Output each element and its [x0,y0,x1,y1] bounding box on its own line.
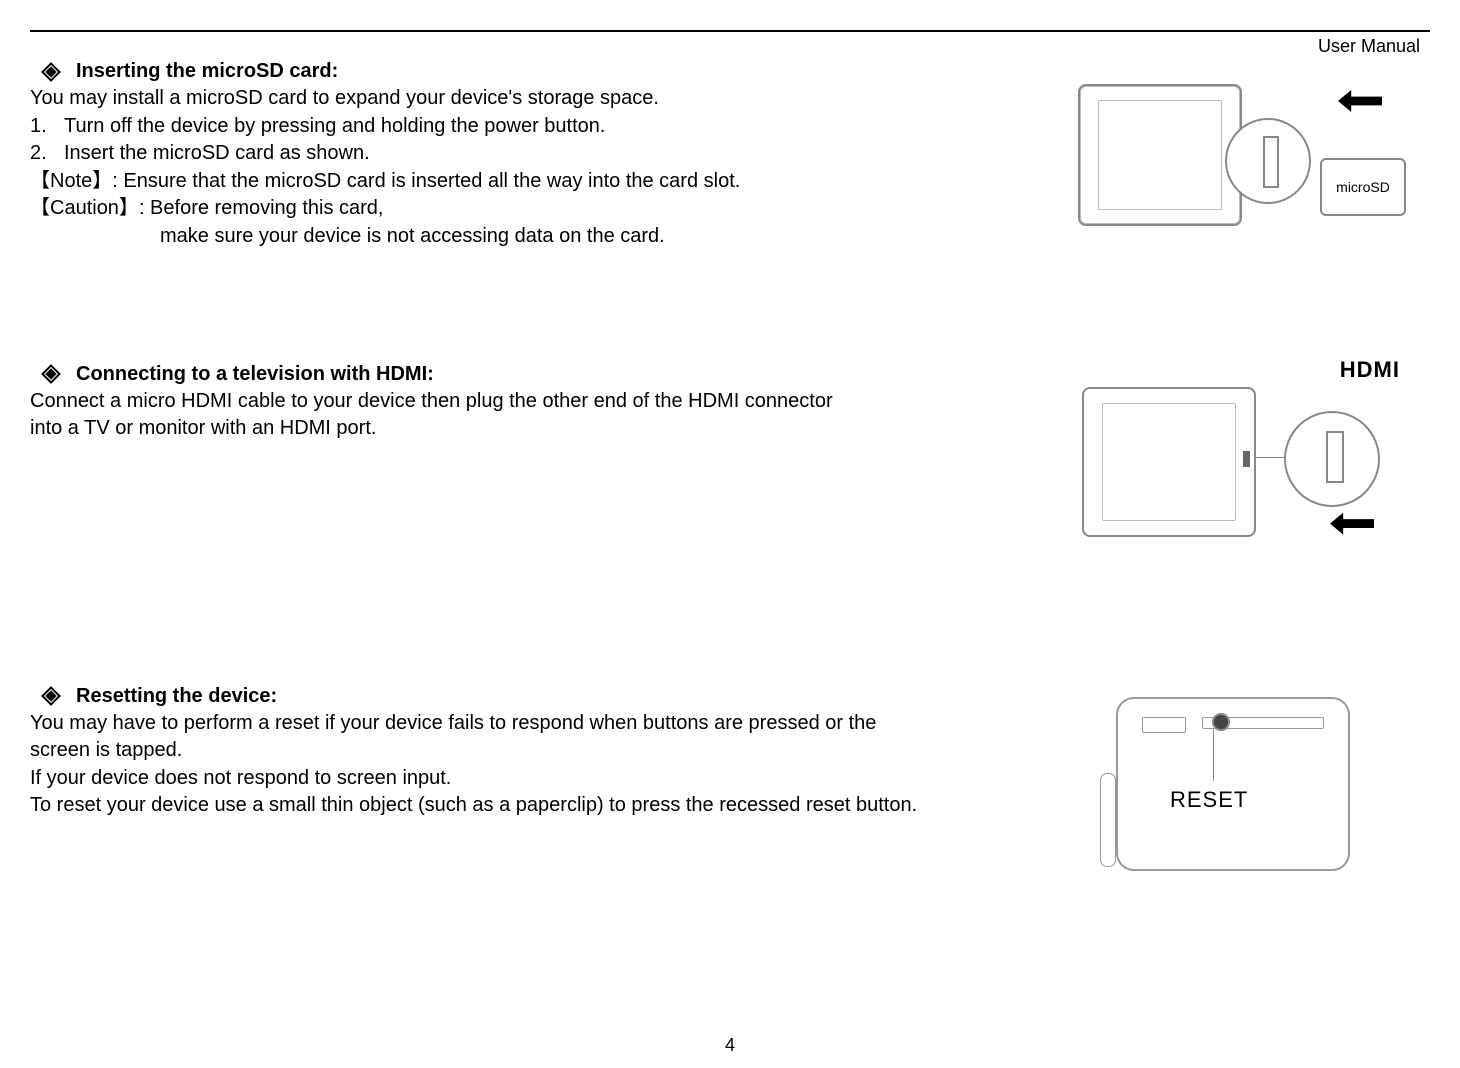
device-back-icon: RESET [1116,697,1350,871]
header-label: User Manual [1318,36,1420,57]
section3-line2: If your device does not respond to scree… [30,765,1050,793]
section3-illustration: RESET [1050,685,1430,897]
section-inserting-microsd: Inserting the microSD card: You may inst… [30,60,1430,251]
section2-title-row: Connecting to a television with HDMI: [44,363,1050,386]
hdmi-logo-icon: HDMI [1340,357,1400,383]
section1-caution-line1: 【Caution】: Before removing this card, [30,195,1050,223]
note-label: 【Note】 [30,170,112,192]
microsd-card-label: microSD [1336,179,1390,195]
page: User Manual Inserting the microSD card: … [0,30,1460,1068]
diamond-bullet-icon [41,364,61,384]
port-icon [1142,717,1186,733]
section3-title-row: Resetting the device: [44,685,1050,708]
port-magnifier-icon [1284,411,1380,507]
microsd-illustration: microSD [1070,70,1410,250]
section1-note: 【Note】: Ensure that the microSD card is … [30,168,1050,196]
section1-step1: 1. Turn off the device by pressing and h… [30,113,1050,141]
section2-illustration: HDMI [1050,363,1430,553]
section1-step2: 2. Insert the microSD card as shown. [30,140,1050,168]
step2-text: Insert the microSD card as shown. [64,140,370,168]
page-number: 4 [0,1035,1460,1056]
card-slot-icon [1263,136,1279,188]
caution-label: 【Caution】 [30,197,139,219]
step1-text: Turn off the device by pressing and hold… [64,113,605,141]
section-hdmi: Connecting to a television with HDMI: Co… [30,363,1430,553]
tablet-button-icon [1243,451,1250,467]
section1-caution-line2: make sure your device is not accessing d… [30,223,1050,251]
reset-label: RESET [1170,787,1248,813]
note-text: : Ensure that the microSD card is insert… [112,170,740,192]
tablet-screen-icon [1102,403,1236,521]
tablet-icon [1078,84,1242,226]
section1-intro: You may install a microSD card to expand… [30,85,1050,113]
section1-text: Inserting the microSD card: You may inst… [30,60,1050,251]
callout-line-icon [1213,729,1215,781]
section2-text: Connecting to a television with HDMI: Co… [30,363,1050,443]
section-reset: Resetting the device: You may have to pe… [30,685,1430,897]
header-rule [30,30,1430,32]
section3-line3: To reset your device use a small thin ob… [30,792,930,820]
microsd-card-icon: microSD [1320,158,1406,216]
reset-illustration: RESET [1080,697,1400,897]
section2-title: Connecting to a television with HDMI: [76,363,434,386]
spacer [30,553,1430,663]
insert-arrow-icon [1330,513,1374,535]
step2-number: 2. [30,140,64,168]
tablet-screen-icon [1098,100,1222,210]
diamond-bullet-icon [41,62,61,82]
section3-text: Resetting the device: You may have to pe… [30,685,1050,820]
spacer [30,251,1430,341]
tablet-icon [1082,387,1256,537]
slot-magnifier-icon [1225,118,1311,204]
section3-title: Resetting the device: [76,685,277,708]
section3-line1: You may have to perform a reset if your … [30,710,930,765]
caution-text1: : Before removing this card, [139,197,384,219]
section1-title-row: Inserting the microSD card: [44,60,1050,83]
hdmi-illustration: HDMI [1070,353,1410,553]
step1-number: 1. [30,113,64,141]
insert-arrow-icon [1338,90,1382,112]
side-rail-icon [1100,773,1116,867]
hdmi-port-icon [1326,431,1344,483]
section1-title: Inserting the microSD card: [76,60,338,83]
section1-illustration: microSD [1050,60,1430,250]
diamond-bullet-icon [41,686,61,706]
section2-body: Connect a micro HDMI cable to your devic… [30,388,850,443]
